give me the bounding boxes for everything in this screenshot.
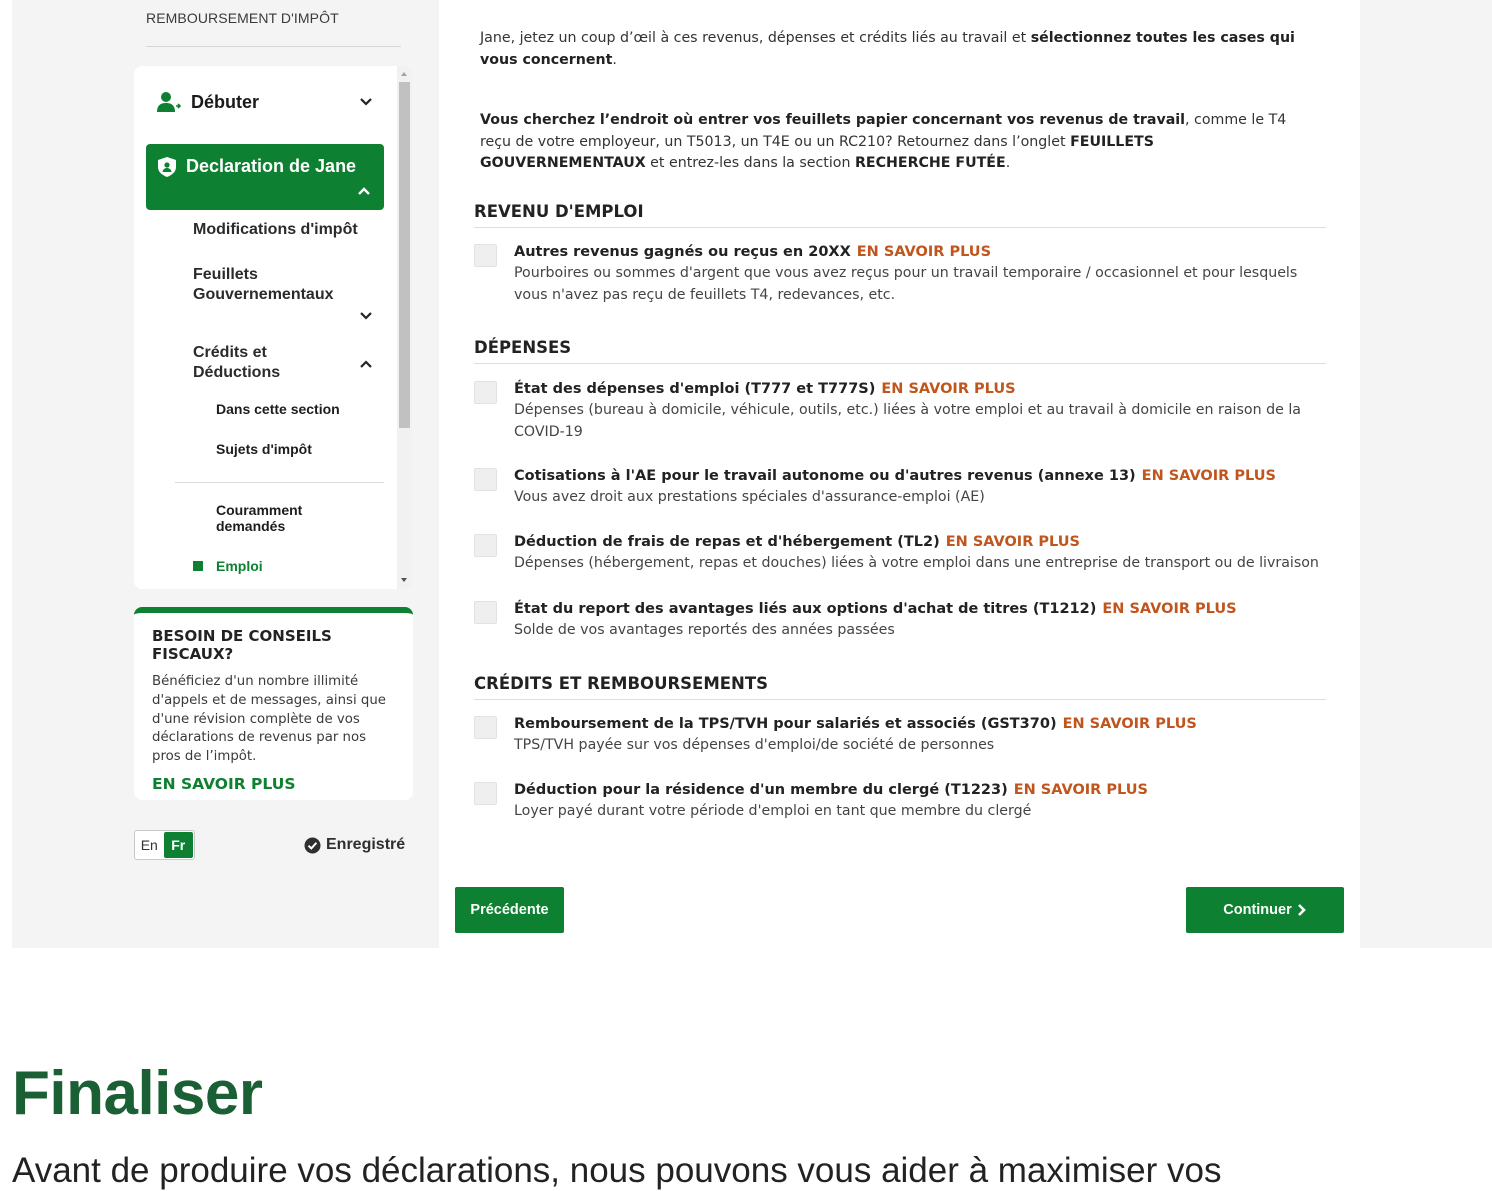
- item-description: Loyer payé durant votre période d'emploi…: [514, 803, 1032, 819]
- learn-more-link[interactable]: EN SAVOIR PLUS: [881, 381, 1015, 397]
- chevron-up-icon[interactable]: [359, 357, 373, 371]
- previous-button[interactable]: Précédente: [455, 887, 564, 933]
- learn-more-link[interactable]: EN SAVOIR PLUS: [1014, 782, 1148, 798]
- intro-note: Vous cherchez l’endroit où entrer vos fe…: [480, 110, 1320, 175]
- page-heading: Finaliser: [12, 1059, 263, 1128]
- item-description: Solde de vos avantages reportés des anné…: [514, 622, 895, 638]
- sidebar-item-label: Débuter: [191, 91, 260, 112]
- chevron-right-icon: [1297, 904, 1306, 916]
- item-description: TPS/TVH payée sur vos dépenses d'emploi/…: [514, 737, 995, 753]
- learn-more-link[interactable]: EN SAVOIR PLUS: [946, 534, 1080, 550]
- chevron-down-icon: [360, 98, 372, 106]
- item-description: Pourboires ou sommes d'argent que vous a…: [514, 265, 1298, 303]
- scroll-up-arrow-icon[interactable]: [401, 72, 407, 76]
- sidebar-item-label: Crédits et: [193, 344, 267, 361]
- sidebar-item-feuillets[interactable]: Feuillets Gouvernementaux: [193, 265, 333, 305]
- item-title: Cotisations à l'AE pour le travail auton…: [514, 468, 1136, 484]
- intro-note-bold: Vous cherchez l’endroit où entrer vos fe…: [480, 112, 1186, 128]
- saved-status: Enregistré: [304, 836, 405, 854]
- sidebar-item-label: Declaration de Jane: [186, 156, 357, 176]
- intro-text: Jane, jetez un coup d’œil à ces revenus,…: [480, 28, 1320, 71]
- check-circle-icon: [304, 837, 321, 853]
- intro-note-part: et entrez-les dans la section: [645, 155, 855, 171]
- sidebar-item-modifications[interactable]: Modifications d'impôt: [193, 220, 358, 240]
- continue-label: Continuer: [1223, 902, 1292, 918]
- divider: [146, 46, 401, 47]
- tips-learn-more-link[interactable]: EN SAVOIR PLUS: [152, 775, 395, 793]
- sidebar-item-sujets[interactable]: Sujets d'impôt: [216, 441, 312, 457]
- sidebar-item-label: demandés: [216, 518, 286, 534]
- item-title: État des dépenses d'emploi (T777 et T777…: [514, 381, 876, 397]
- intro-text-part: .: [612, 51, 617, 68]
- section-heading-depenses: DÉPENSES: [474, 338, 1326, 364]
- sidebar-item-label: Gouvernementaux: [193, 286, 334, 303]
- sidebar-title: REMBOURSEMENT D'IMPÔT: [146, 10, 339, 26]
- divider: [175, 482, 384, 483]
- chevron-down-icon[interactable]: [359, 309, 373, 323]
- item-description: Dépenses (hébergement, repas et douches)…: [514, 555, 1319, 571]
- section-heading-revenu: REVENU D'EMPLOI: [474, 202, 1326, 228]
- active-indicator: [193, 561, 203, 571]
- checkbox[interactable]: [474, 381, 497, 404]
- item-title: Autres revenus gagnés ou reçus en 20XX: [514, 244, 851, 260]
- learn-more-link[interactable]: EN SAVOIR PLUS: [1063, 716, 1197, 732]
- sidebar-item-credits[interactable]: Crédits et Déductions: [193, 343, 280, 383]
- language-toggle[interactable]: En Fr: [134, 830, 195, 860]
- scrollbar-thumb[interactable]: [399, 82, 410, 428]
- shield-icon: [158, 156, 176, 177]
- scroll-down-arrow-icon[interactable]: [401, 578, 407, 582]
- sidebar-item-declaration[interactable]: Declaration de Jane: [146, 144, 384, 210]
- sidebar-item-emploi[interactable]: Emploi: [216, 558, 263, 574]
- checkbox[interactable]: [474, 601, 497, 624]
- chevron-up-icon: [358, 187, 370, 195]
- learn-more-link[interactable]: EN SAVOIR PLUS: [1102, 601, 1236, 617]
- checkbox[interactable]: [474, 244, 497, 267]
- checkbox[interactable]: [474, 782, 497, 805]
- tips-body: Bénéficiez d'un nombre illimité d'appels…: [152, 674, 386, 765]
- intro-text-part: Jane, jetez un coup d’œil à ces revenus,…: [480, 30, 1031, 46]
- checkbox[interactable]: [474, 468, 497, 491]
- learn-more-link[interactable]: EN SAVOIR PLUS: [857, 244, 991, 260]
- lang-en-option[interactable]: En: [135, 831, 164, 859]
- continue-button[interactable]: Continuer: [1186, 887, 1344, 933]
- tax-advice-card: BESOIN DE CONSEILS FISCAUX? Bénéficiez d…: [134, 607, 413, 800]
- item-title: Déduction pour la résidence d'un membre …: [514, 782, 1008, 798]
- checkbox[interactable]: [474, 716, 497, 739]
- section-heading-credits: CRÉDITS ET REMBOURSEMENTS: [474, 674, 1326, 700]
- lang-fr-option[interactable]: Fr: [163, 832, 193, 858]
- page-text: Avant de produire vos déclarations, nous…: [12, 1151, 1222, 1190]
- learn-more-link[interactable]: EN SAVOIR PLUS: [1142, 468, 1276, 484]
- item-title: Remboursement de la TPS/TVH pour salarié…: [514, 716, 1057, 732]
- sidebar-item-debuter[interactable]: Débuter: [157, 88, 382, 116]
- item-description: Vous avez droit aux prestations spéciale…: [514, 489, 985, 505]
- sidebar-item-label: Feuillets: [193, 266, 258, 283]
- sidebar-item-couramment[interactable]: Couramment demandés: [216, 502, 302, 534]
- sidebar-item-label: Déductions: [193, 364, 281, 381]
- sidebar-item-label: Couramment: [216, 502, 303, 518]
- intro-note-bold: RECHERCHE FUTÉE: [854, 155, 1006, 171]
- saved-label: Enregistré: [326, 836, 406, 853]
- checkbox[interactable]: [474, 534, 497, 557]
- item-title: Déduction de frais de repas et d'héberge…: [514, 534, 940, 550]
- sidebar-item-dans-section[interactable]: Dans cette section: [216, 401, 340, 417]
- tips-title: BESOIN DE CONSEILS FISCAUX?: [152, 627, 332, 663]
- intro-note-part: .: [1005, 155, 1011, 171]
- item-description: Dépenses (bureau à domicile, véhicule, o…: [514, 402, 1301, 440]
- person-add-icon: [157, 92, 181, 112]
- item-title: État du report des avantages liés aux op…: [514, 601, 1097, 617]
